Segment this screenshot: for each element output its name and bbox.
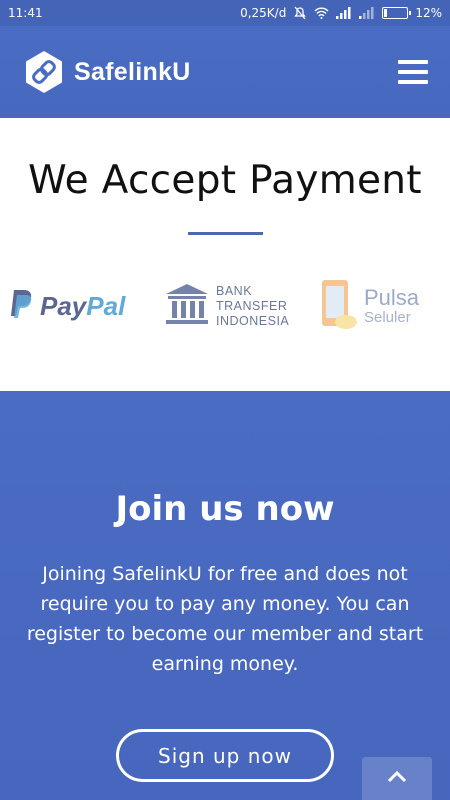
paypal-logo: PayPal [8,288,125,325]
join-title: Join us now [115,489,335,529]
navbar: SafelinkU [0,26,450,118]
status-icons: 0,25K/d 12% [240,6,442,20]
pulsa-sub: Seluler [364,308,411,326]
bank-line2: TRANSFER [216,299,288,313]
paypal-icon [8,288,34,325]
paypal-text-b: Pal [86,291,126,321]
battery-percent: 12% [415,6,442,20]
signal-icon [336,7,352,19]
section-divider [188,232,263,235]
bank-line1: BANK [216,284,253,298]
brand-link[interactable]: SafelinkU [22,50,191,94]
bank-line3: INDONESIA [216,314,290,328]
link-icon [22,50,66,94]
signup-button[interactable]: Sign up now [116,729,334,782]
bank-transfer-logo: BANK TRANSFER INDONESIA [164,282,289,331]
pulsa-main: Pulsa [364,284,420,310]
pulsa-logo: Pulsa Seluler [320,278,419,337]
join-section: Join us now Joining SafelinkU for free a… [0,391,450,800]
paypal-text-a: Pay [40,291,87,321]
status-time: 11:41 [8,6,43,20]
wifi-icon [314,7,329,19]
signal-icon-2 [359,7,375,19]
battery-icon [382,7,412,19]
phone-icon [320,278,360,337]
scroll-top-button[interactable] [362,757,432,800]
chevron-up-icon [387,769,407,788]
payment-logos: PayPal BANK TRANSFER INDONESIA Pulsa Sel… [0,278,450,338]
mute-icon [293,6,307,20]
join-description: Joining SafelinkU for free and does not … [26,563,424,675]
network-speed: 0,25K/d [240,6,287,20]
status-bar: 11:41 0,25K/d 12% [0,0,450,26]
brand-name: SafelinkU [74,57,191,86]
bank-icon [164,282,210,331]
payment-section: We Accept Payment PayPal BANK TRANSFER I… [0,118,450,391]
hamburger-icon[interactable] [398,60,428,84]
payment-title: We Accept Payment [28,158,422,203]
